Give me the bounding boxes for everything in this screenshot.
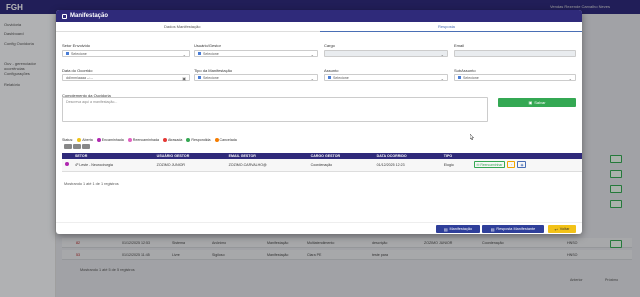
tab-dados[interactable]: Dados Manifestação bbox=[164, 24, 200, 29]
warning-button[interactable]: ◔ bbox=[507, 161, 516, 169]
chevron-down-icon: ⌄ bbox=[568, 76, 572, 81]
document-icon: ▤ bbox=[443, 227, 448, 232]
data-ocorrido-input[interactable]: dd/mm/aaaa --:-- ▣ bbox=[62, 74, 190, 81]
status-aberta: Aberta bbox=[77, 138, 93, 143]
save-button[interactable]: ▣ Salvar bbox=[498, 98, 576, 107]
email-label: Email bbox=[454, 43, 465, 48]
modal-header: Manifestação bbox=[56, 10, 582, 22]
select-icon bbox=[66, 52, 69, 55]
email-field bbox=[454, 50, 576, 57]
select-icon bbox=[198, 76, 201, 79]
status-label: Status: bbox=[62, 138, 74, 143]
view-button[interactable]: ◉ bbox=[517, 161, 527, 169]
manifestacao-modal: Manifestação Dados Manifestação Resposta… bbox=[56, 10, 582, 234]
subassunto-label: SubAssunto bbox=[454, 68, 476, 73]
active-tab-indicator bbox=[320, 31, 582, 32]
pdf-button[interactable] bbox=[82, 144, 90, 149]
copy-button[interactable] bbox=[64, 144, 72, 149]
complemento-textarea[interactable]: Descreva aqui a manifestação... bbox=[62, 97, 488, 122]
select-icon bbox=[328, 76, 331, 79]
cell-email: ZOZIMO.CARVALHO@ bbox=[225, 159, 308, 172]
status-cancelada: Cancelada bbox=[214, 138, 237, 143]
setor-label: Setor Envolvido bbox=[62, 43, 91, 48]
status-atrasada: Atrasada bbox=[162, 138, 182, 143]
chevron-down-icon: ⌄ bbox=[440, 52, 444, 57]
data-label: Data do Ocorrido bbox=[62, 68, 93, 73]
select-icon bbox=[458, 76, 461, 79]
chevron-down-icon: ⌄ bbox=[310, 76, 314, 81]
resposta-manifestante-button[interactable]: ▤ Resposta Manifestante bbox=[482, 225, 544, 233]
setor-select[interactable]: Selecione ⌄ bbox=[62, 50, 190, 57]
reencaminhar-button[interactable]: ✉ Reencaminhar bbox=[473, 161, 506, 169]
modal-footer: ▤ Manifestação ▤ Resposta Manifestante ↩ Vo… bbox=[56, 222, 582, 234]
cell-usuario: ZOZIMO JUNIOR bbox=[153, 159, 226, 172]
cell-cargo: Coordenação bbox=[307, 159, 374, 172]
manifestacao-button[interactable]: ▤ Manifestação bbox=[436, 225, 480, 233]
modal-tabs: Dados Manifestação Resposta bbox=[56, 22, 582, 32]
status-encaminhada: Encaminhada bbox=[96, 138, 124, 143]
assunto-label: Assunto bbox=[324, 68, 339, 73]
status-dot bbox=[62, 159, 72, 172]
document-icon: ▤ bbox=[490, 227, 495, 232]
chevron-down-icon: ⌄ bbox=[182, 52, 186, 57]
cell-acoes: ✉ Reencaminhar ◔ ◉ bbox=[470, 159, 582, 172]
tab-resposta[interactable]: Resposta bbox=[438, 24, 455, 29]
status-reencaminhada: Reencaminhada bbox=[127, 138, 159, 143]
excel-button[interactable] bbox=[73, 144, 81, 149]
cargo-field: ⌄ bbox=[324, 50, 448, 57]
modal-title: Manifestação bbox=[70, 13, 109, 19]
mouse-cursor-icon bbox=[470, 134, 474, 140]
cell-tipo: Elogio bbox=[440, 159, 471, 172]
subassunto-select[interactable]: Selecione ⌄ bbox=[454, 74, 576, 81]
mail-icon: ✉ bbox=[476, 163, 480, 168]
table-row[interactable]: 4º Leste - Neurocirurgia ZOZIMO JUNIOR Z… bbox=[62, 159, 582, 172]
calendar-icon[interactable]: ▣ bbox=[182, 76, 186, 81]
tipo-label: Tipo da Manifestação bbox=[194, 68, 233, 73]
cell-data: 01/12/2025 12:23 bbox=[373, 159, 441, 172]
assunto-select[interactable]: Selecione ⌄ bbox=[324, 74, 448, 81]
cargo-label: Cargo bbox=[324, 43, 335, 48]
chevron-down-icon: ⌄ bbox=[310, 52, 314, 57]
eye-icon: ◉ bbox=[520, 163, 524, 168]
ocorrencias-table: SETOR USUÁRIO GESTOR EMAIL GESTOR CARGO … bbox=[62, 153, 582, 172]
table-toolbar bbox=[64, 144, 90, 149]
document-icon bbox=[62, 13, 67, 19]
cell-setor: 4º Leste - Neurocirurgia bbox=[72, 159, 154, 172]
usuario-select[interactable]: Selecione ⌄ bbox=[194, 50, 318, 57]
warning-icon: ◔ bbox=[510, 163, 513, 168]
usuario-label: Usuário/Gestor bbox=[194, 43, 221, 48]
status-legend: Status: Aberta Encaminhada Reencaminhada… bbox=[62, 138, 237, 143]
save-icon: ▣ bbox=[528, 100, 533, 105]
select-icon bbox=[198, 52, 201, 55]
status-respondida: Respondida bbox=[186, 138, 211, 143]
voltar-button[interactable]: ↩ Voltar bbox=[548, 225, 576, 233]
tipo-select[interactable]: Selecione ⌄ bbox=[194, 74, 318, 81]
chevron-down-icon: ⌄ bbox=[440, 76, 444, 81]
records-info: Mostrando 1 até 1 de 1 registros bbox=[64, 182, 119, 186]
back-icon: ↩ bbox=[554, 227, 558, 232]
